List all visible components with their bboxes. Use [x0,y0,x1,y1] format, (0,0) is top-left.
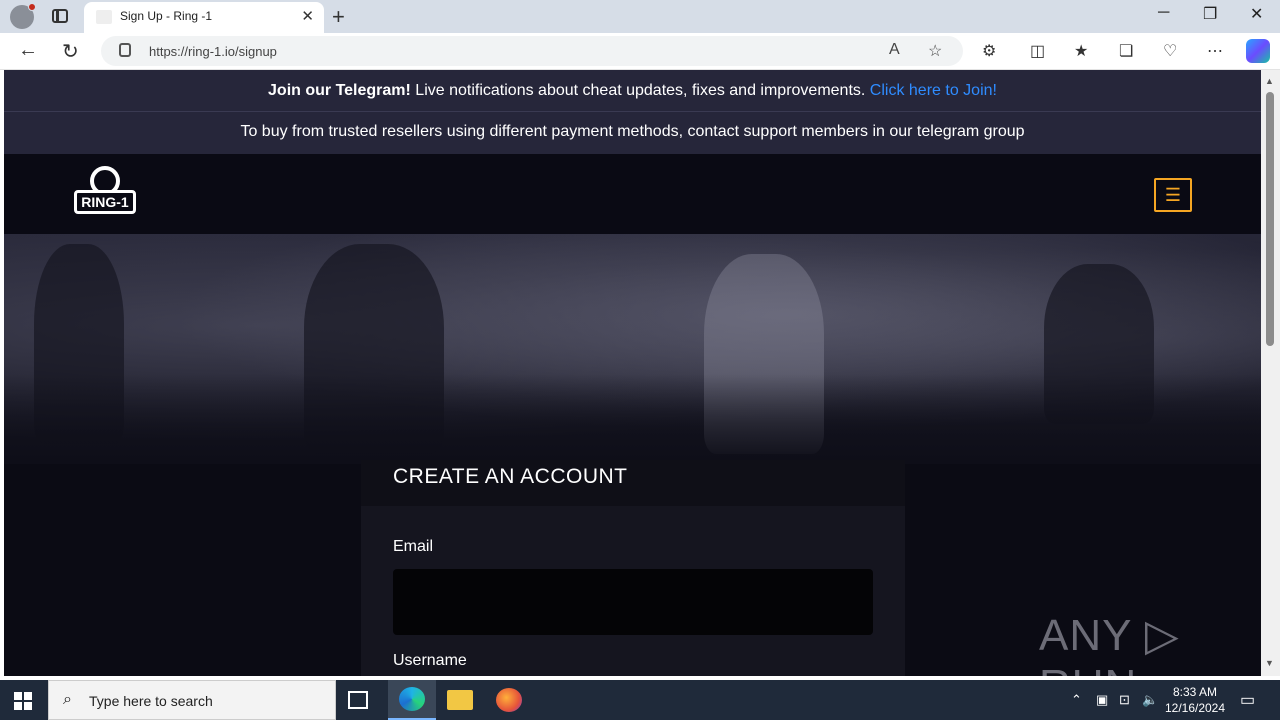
taskbar-search-box[interactable]: ⌕ Type here to search [48,680,336,720]
logo-text: RING-1 [74,190,136,214]
copilot-icon[interactable] [1246,39,1270,63]
windows-taskbar: ⌕ Type here to search ⌃ ▣ ⊡ 🔈 8:33 AM 12… [0,680,1280,720]
ring1-logo[interactable]: RING-1 [74,166,136,216]
collections-icon[interactable]: ❏ [1119,41,1133,61]
address-bar[interactable]: https://ring-1.io/signup A ☆ [101,36,963,66]
telegram-banner-text: Live notifications about cheat updates, … [410,82,870,99]
telegram-banner-bold: Join our Telegram! [268,82,411,99]
tab-title: Sign Up - Ring -1 [120,9,213,23]
hamburger-menu-button[interactable]: ☰ [1154,178,1192,212]
refresh-icon[interactable]: ↻ [62,39,79,64]
back-icon[interactable]: ← [18,39,38,62]
page-scrollbar[interactable]: ▲ ▼ [1261,70,1280,676]
show-hidden-icons-icon[interactable]: ⌃ [1071,692,1082,708]
site-navbar: RING-1 ☰ [4,154,1261,234]
scroll-up-icon[interactable]: ▲ [1265,76,1274,86]
more-menu-icon[interactable]: ⋯ [1207,41,1223,61]
close-tab-icon[interactable]: ✕ [301,7,314,25]
favorite-star-icon[interactable]: ☆ [928,41,942,61]
windows-start-icon[interactable] [14,692,32,710]
edge-icon[interactable] [399,687,425,711]
email-field[interactable] [393,569,873,635]
window-close-icon[interactable]: ✕ [1250,4,1263,24]
tab-actions-icon[interactable] [52,9,68,23]
anyrun-watermark: ANY ▷ RUN [1039,611,1180,676]
split-screen-icon[interactable]: ◫ [1030,41,1045,61]
clock-date: 12/16/2024 [1164,701,1226,715]
search-icon: ⌕ [63,691,72,708]
scrollbar-thumb[interactable] [1266,92,1274,346]
scroll-down-icon[interactable]: ▼ [1265,658,1274,668]
telegram-banner: Join our Telegram! Live notifications ab… [4,70,1261,111]
username-label: Username [393,652,467,669]
task-view-icon[interactable] [348,691,368,709]
minimize-icon[interactable]: ─ [1158,4,1169,22]
notification-dot [28,3,36,11]
restore-icon[interactable]: ❐ [1203,4,1217,24]
volume-icon[interactable]: 🔈 [1142,692,1158,708]
read-aloud-icon[interactable]: A [889,41,900,59]
device-icon[interactable]: ▣ [1096,692,1108,708]
lock-icon[interactable] [119,43,131,57]
taskbar-clock[interactable]: 8:33 AM 12/16/2024 [1163,684,1227,716]
resellers-banner: To buy from trusted resellers using diff… [4,111,1261,154]
favorites-icon[interactable]: ★ [1074,41,1088,61]
extensions-icon[interactable]: ⚙ [982,41,996,61]
browser-tab-bar: Sign Up - Ring -1 ✕ + ─ ❐ ✕ [0,0,1280,33]
hero-fade [4,374,1261,464]
join-telegram-link[interactable]: Click here to Join! [870,82,997,99]
email-label: Email [393,538,434,555]
page-title: CREATE AN ACCOUNT [393,465,628,488]
browser-toolbar: ← ↻ https://ring-1.io/signup A ☆ ⚙ ◫ ★ ❏… [0,33,1280,70]
profile-icon[interactable] [10,3,36,29]
notification-center-icon[interactable]: ▭ [1240,690,1255,710]
search-placeholder: Type here to search [89,693,213,709]
clock-time: 8:33 AM [1172,685,1218,699]
page-favicon-icon [96,10,112,24]
network-icon[interactable]: ⊡ [1119,692,1130,708]
signup-card-header: CREATE AN ACCOUNT [361,460,905,506]
signup-card: CREATE AN ACCOUNT Email Username [361,460,905,676]
hero-background-image [4,234,1261,464]
browser-tab-signup[interactable]: Sign Up - Ring -1 ✕ [84,2,324,33]
firefox-icon[interactable] [496,688,522,712]
file-explorer-icon[interactable] [447,690,473,710]
new-tab-button[interactable]: + [332,4,345,30]
browser-essentials-icon[interactable]: ♡ [1163,41,1177,61]
page-viewport: Join our Telegram! Live notifications ab… [4,70,1261,676]
url-text[interactable]: https://ring-1.io/signup [149,44,277,59]
